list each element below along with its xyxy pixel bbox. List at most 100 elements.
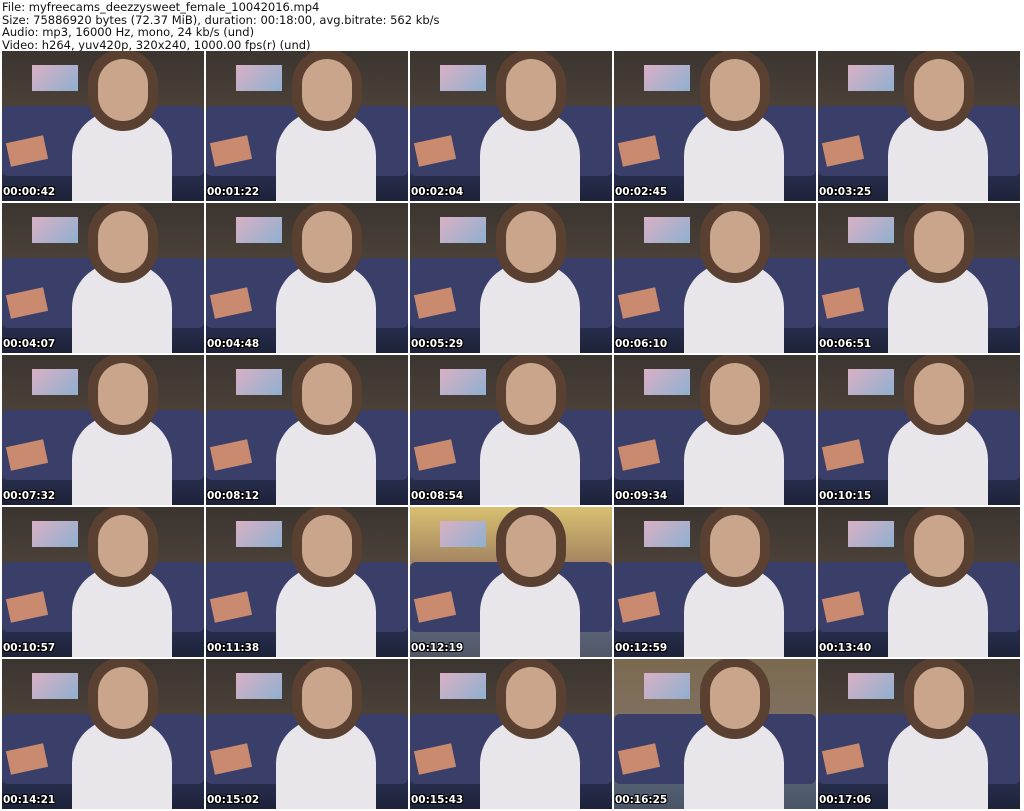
thumbnail-head [302, 515, 352, 577]
video-thumbnail: 00:16:25 [614, 659, 816, 809]
thumbnail-head [506, 363, 556, 425]
timestamp: 00:02:04 [411, 186, 464, 198]
thumbnail-figure [480, 415, 580, 505]
video-thumbnail: 00:12:59 [614, 507, 816, 657]
thumbnail-poster [644, 521, 690, 547]
thumbnail-head [710, 211, 760, 273]
thumbnail-head [302, 667, 352, 729]
thumbnail-poster [644, 369, 690, 395]
thumbnail-figure [684, 111, 784, 201]
thumbnail-figure [72, 719, 172, 809]
thumbnail-head [914, 515, 964, 577]
video-thumbnail: 00:08:54 [410, 355, 612, 505]
thumbnail-head [710, 515, 760, 577]
timestamp: 00:10:15 [819, 490, 872, 502]
thumbnail-head [98, 667, 148, 729]
timestamp: 00:03:25 [819, 186, 872, 198]
timestamp: 00:06:10 [615, 338, 668, 350]
thumbnail-poster [32, 217, 78, 243]
thumbnail-figure [684, 415, 784, 505]
thumbnail-figure [72, 567, 172, 657]
thumbnail-poster [236, 673, 282, 699]
thumbnail-head [302, 211, 352, 273]
video-thumbnail: 00:06:51 [818, 203, 1020, 353]
thumbnail-figure [276, 263, 376, 353]
timestamp: 00:01:22 [207, 186, 260, 198]
thumbnail-head [98, 211, 148, 273]
thumbnail-head [710, 59, 760, 121]
thumbnail-head [98, 515, 148, 577]
thumbnail-poster [848, 369, 894, 395]
video-thumbnail: 00:10:57 [2, 507, 204, 657]
thumbnail-poster [440, 369, 486, 395]
thumbnail-head [302, 59, 352, 121]
thumbnail-poster [644, 673, 690, 699]
thumbnail-head [914, 59, 964, 121]
timestamp: 00:04:48 [207, 338, 260, 350]
file-info: File: myfreecams_deezzysweet_female_1004… [2, 1, 440, 51]
timestamp: 00:13:40 [819, 642, 872, 654]
thumbnail-figure [888, 263, 988, 353]
timestamp: 00:08:54 [411, 490, 464, 502]
timestamp: 00:06:51 [819, 338, 872, 350]
video-thumbnail: 00:14:21 [2, 659, 204, 809]
thumbnail-poster [32, 369, 78, 395]
thumbnail-figure [72, 263, 172, 353]
video-thumbnail: 00:02:45 [614, 51, 816, 201]
timestamp: 00:04:07 [3, 338, 56, 350]
thumbnail-head [914, 667, 964, 729]
video-thumbnail: 00:06:10 [614, 203, 816, 353]
video-thumbnail: 00:15:02 [206, 659, 408, 809]
thumbnail-poster [848, 673, 894, 699]
timestamp: 00:12:59 [615, 642, 668, 654]
timestamp: 00:10:57 [3, 642, 56, 654]
timestamp: 00:00:42 [3, 186, 56, 198]
timestamp: 00:17:06 [819, 794, 872, 806]
file-name: File: myfreecams_deezzysweet_female_1004… [2, 0, 320, 14]
timestamp: 00:07:32 [3, 490, 56, 502]
timestamp: 00:15:43 [411, 794, 464, 806]
thumbnail-poster [440, 65, 486, 91]
thumbnail-poster [236, 217, 282, 243]
thumbnail-figure [276, 719, 376, 809]
thumbnail-head [914, 211, 964, 273]
thumbnail-head [506, 211, 556, 273]
video-thumbnail: 00:04:07 [2, 203, 204, 353]
thumbnail-figure [888, 415, 988, 505]
timestamp: 00:12:19 [411, 642, 464, 654]
thumbnail-figure [72, 111, 172, 201]
thumbnail-head [98, 59, 148, 121]
video-thumbnail: 00:08:12 [206, 355, 408, 505]
video-thumbnail: 00:13:40 [818, 507, 1020, 657]
timestamp: 00:11:38 [207, 642, 260, 654]
thumbnail-figure [276, 111, 376, 201]
thumbnail-figure [480, 111, 580, 201]
thumbnail-poster [644, 217, 690, 243]
video-thumbnail: 00:10:15 [818, 355, 1020, 505]
timestamp: 00:05:29 [411, 338, 464, 350]
video-thumbnail: 00:15:43 [410, 659, 612, 809]
timestamp: 00:15:02 [207, 794, 260, 806]
thumbnail-figure [480, 567, 580, 657]
thumbnail-head [506, 515, 556, 577]
video-thumbnail: 00:03:25 [818, 51, 1020, 201]
thumbnail-poster [440, 521, 486, 547]
thumbnail-poster [848, 521, 894, 547]
video-thumbnail: 00:09:34 [614, 355, 816, 505]
video-thumbnail: 00:01:22 [206, 51, 408, 201]
thumbnail-head [914, 363, 964, 425]
thumbnail-figure [684, 567, 784, 657]
thumbnail-head [302, 363, 352, 425]
thumbnail-poster [32, 673, 78, 699]
thumbnail-figure [276, 567, 376, 657]
timestamp: 00:02:45 [615, 186, 668, 198]
thumbnail-figure [684, 263, 784, 353]
thumbnail-figure [72, 415, 172, 505]
thumbnail-figure [276, 415, 376, 505]
thumbnail-figure [888, 719, 988, 809]
thumbnail-poster [236, 521, 282, 547]
thumbnail-figure [480, 263, 580, 353]
video-info: Video: h264, yuv420p, 320x240, 1000.00 f… [2, 37, 311, 52]
timestamp: 00:09:34 [615, 490, 668, 502]
video-thumbnail: 00:11:38 [206, 507, 408, 657]
